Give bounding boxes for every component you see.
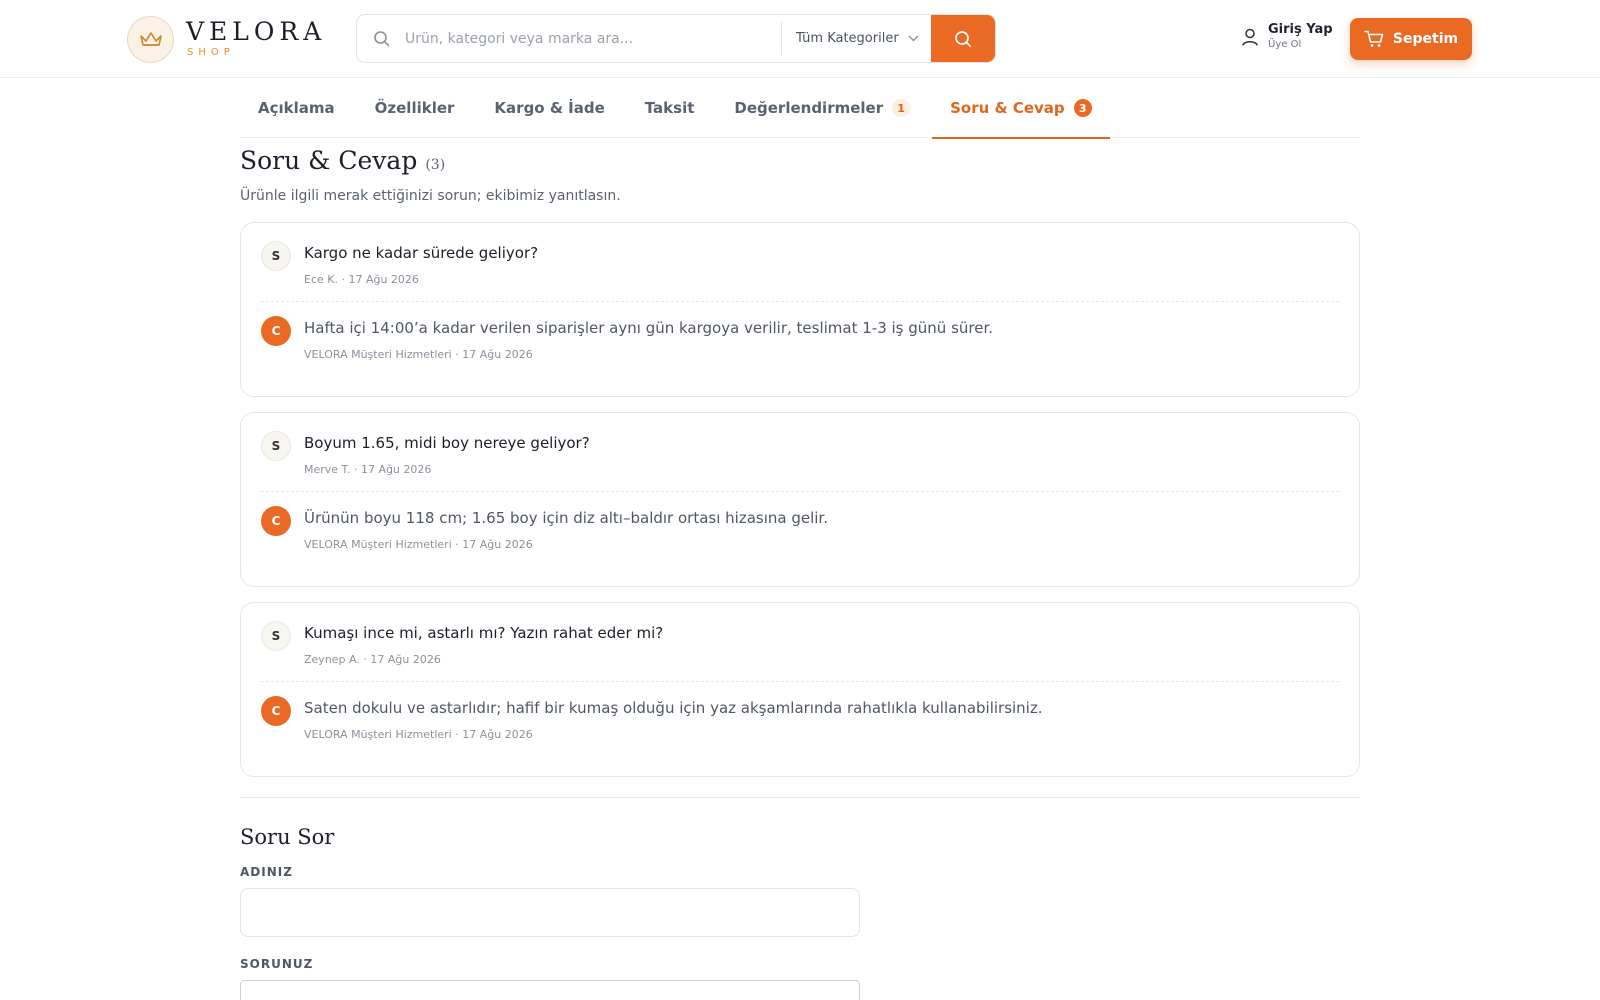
answer-avatar: C bbox=[261, 506, 291, 536]
tab-installments[interactable]: Taksit bbox=[627, 78, 713, 138]
review-count-badge: 1 bbox=[892, 99, 911, 117]
qa-card: S Boyum 1.65, midi boy nereye geliyor? M… bbox=[240, 412, 1360, 587]
question-row: S Kumaşı ince mi, astarlı mı? Yazın raha… bbox=[261, 621, 1339, 668]
question-field-label: SORUNUZ bbox=[240, 957, 314, 971]
product-tabs: Açıklama Özellikler Kargo & İade Taksit … bbox=[240, 78, 1360, 139]
search-input[interactable] bbox=[405, 15, 781, 62]
category-select-label: Tüm Kategoriler bbox=[796, 31, 899, 46]
qa-section: Soru & Cevap (3) Ürünle ilgili merak ett… bbox=[240, 138, 1360, 1000]
login-title: Giriş Yap bbox=[1268, 22, 1333, 37]
chevron-down-icon bbox=[908, 35, 919, 42]
tab-features[interactable]: Özellikler bbox=[357, 78, 473, 138]
crown-icon bbox=[127, 15, 174, 63]
answer-text: Ürünün boyu 118 cm; 1.65 boy için diz al… bbox=[304, 509, 828, 527]
question-text: Kumaşı ince mi, astarlı mı? Yazın rahat … bbox=[304, 624, 664, 642]
section-divider bbox=[240, 797, 1360, 798]
tab-label: Taksit bbox=[644, 99, 695, 117]
section-subtitle: Ürünle ilgili merak ettiğinizi sorun; ek… bbox=[240, 188, 621, 204]
logo[interactable]: VELORA SHOP bbox=[127, 15, 326, 63]
question-text: Boyum 1.65, midi boy nereye geliyor? bbox=[304, 434, 590, 452]
cart-icon bbox=[1364, 30, 1384, 47]
qa-card: S Kargo ne kadar sürede geliyor? Ece K. … bbox=[240, 222, 1360, 397]
cart-label: Sepetim bbox=[1392, 31, 1459, 47]
answer-row: C Saten dokulu ve astarlıdır; hafif bir … bbox=[261, 681, 1339, 743]
tab-label: Özellikler bbox=[374, 99, 455, 117]
question-field[interactable] bbox=[240, 980, 860, 1000]
question-avatar: S bbox=[261, 241, 291, 271]
logo-sub: SHOP bbox=[187, 47, 235, 58]
answer-avatar: C bbox=[261, 316, 291, 346]
answer-text: Hafta içi 14:00’a kadar verilen siparişl… bbox=[304, 319, 994, 337]
answer-avatar: C bbox=[261, 696, 291, 726]
tab-label: Değerlendirmeler bbox=[734, 99, 884, 117]
search-bar: Tüm Kategoriler bbox=[356, 14, 996, 63]
qa-list: S Kargo ne kadar sürede geliyor? Ece K. … bbox=[240, 222, 1360, 777]
section-count: (3) bbox=[425, 157, 446, 173]
search-button[interactable] bbox=[931, 15, 995, 62]
answer-meta: VELORA Müşteri Hizmetleri · 17 Ağu 2026 bbox=[304, 728, 533, 741]
name-field-label: ADINIZ bbox=[240, 865, 293, 879]
question-avatar: S bbox=[261, 621, 291, 651]
question-meta: Ece K. · 17 Ağu 2026 bbox=[304, 273, 419, 286]
register-link[interactable]: Üye Ol bbox=[1268, 38, 1333, 51]
tab-label: Açıklama bbox=[258, 99, 335, 117]
question-avatar: S bbox=[261, 431, 291, 461]
search-icon bbox=[955, 30, 972, 47]
ask-form-title: Soru Sor bbox=[240, 825, 335, 849]
tab-label: Soru & Cevap bbox=[950, 99, 1065, 117]
question-count-badge: 3 bbox=[1073, 99, 1092, 117]
question-row: S Boyum 1.65, midi boy nereye geliyor? M… bbox=[261, 431, 1339, 478]
cart-button[interactable]: Sepetim bbox=[1350, 18, 1472, 60]
user-icon bbox=[1242, 28, 1258, 46]
section-title: Soru & Cevap (3) bbox=[240, 144, 1360, 182]
tab-label: Kargo & İade bbox=[494, 99, 605, 117]
answer-text: Saten dokulu ve astarlıdır; hafif bir ku… bbox=[304, 699, 1043, 717]
logo-name: VELORA bbox=[186, 17, 327, 46]
answer-row: C Ürünün boyu 118 cm; 1.65 boy için diz … bbox=[261, 491, 1339, 553]
section-title-text: Soru & Cevap bbox=[240, 146, 418, 175]
name-field[interactable] bbox=[240, 888, 860, 937]
site-header: VELORA SHOP Tüm Kategoriler Giriş Yap Üy… bbox=[0, 0, 1600, 78]
question-meta: Merve T. · 17 Ağu 2026 bbox=[304, 463, 432, 476]
qa-card: S Kumaşı ince mi, astarlı mı? Yazın raha… bbox=[240, 602, 1360, 777]
search-icon bbox=[357, 15, 405, 62]
question-row: S Kargo ne kadar sürede geliyor? Ece K. … bbox=[261, 241, 1339, 288]
answer-meta: VELORA Müşteri Hizmetleri · 17 Ağu 2026 bbox=[304, 538, 533, 551]
login-link[interactable]: Giriş Yap Üye Ol bbox=[1240, 22, 1333, 51]
question-meta: Zeynep A. · 17 Ağu 2026 bbox=[304, 653, 441, 666]
tab-description[interactable]: Açıklama bbox=[240, 78, 353, 138]
tab-questions-answers[interactable]: Soru & Cevap 3 bbox=[932, 78, 1110, 139]
question-text: Kargo ne kadar sürede geliyor? bbox=[304, 244, 539, 262]
answer-meta: VELORA Müşteri Hizmetleri · 17 Ağu 2026 bbox=[304, 348, 533, 361]
category-select[interactable]: Tüm Kategoriler bbox=[781, 22, 931, 55]
tab-reviews[interactable]: Değerlendirmeler 1 bbox=[716, 78, 928, 138]
answer-row: C Hafta içi 14:00’a kadar verilen sipari… bbox=[261, 301, 1339, 363]
tab-shipping-returns[interactable]: Kargo & İade bbox=[476, 78, 622, 138]
